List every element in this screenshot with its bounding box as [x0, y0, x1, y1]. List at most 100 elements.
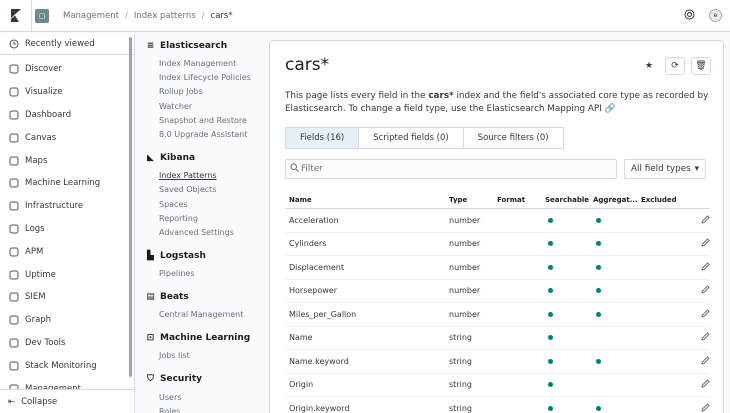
searchable-dot-icon: [548, 217, 553, 223]
field-searchable: [545, 310, 593, 319]
col-searchable[interactable]: Searchable: [545, 196, 593, 204]
mgmt-link-roles[interactable]: Roles: [145, 405, 265, 413]
edit-field-button[interactable]: [686, 379, 710, 390]
aggregatable-dot-icon: [596, 241, 601, 247]
mgmt-link-rollup-jobs[interactable]: Rollup Jobs: [145, 85, 265, 99]
breadcrumb-separator: /: [201, 10, 205, 21]
pencil-icon: [701, 332, 710, 341]
mapping-api-link[interactable]: Mapping API: [547, 104, 601, 114]
uptime-icon: [8, 269, 19, 280]
mgmt-link-snapshot-and-restore[interactable]: Snapshot and Restore: [145, 114, 265, 128]
mgmt-link-index-lifecycle-policies[interactable]: Index Lifecycle Policies: [145, 71, 265, 85]
ml-icon: ⊡: [146, 332, 155, 343]
nav-label: Graph: [25, 315, 52, 326]
mgmt-section-title: Security: [160, 374, 203, 385]
nav-item-apm[interactable]: APM: [0, 240, 134, 263]
nav-item-machine-learning[interactable]: Machine Learning: [0, 172, 134, 195]
edit-field-button[interactable]: [686, 215, 710, 226]
table-header: Name Type Format Searchable Aggregat... …: [285, 191, 710, 209]
nav-item-infrastructure[interactable]: Infrastructure: [0, 195, 134, 218]
field-searchable: [545, 263, 593, 272]
col-type[interactable]: Type: [449, 196, 497, 204]
kibana-logo-icon[interactable]: [0, 0, 32, 32]
field-type: number: [449, 286, 481, 296]
searchable-dot-icon: [548, 288, 553, 294]
field-aggregatable: [593, 239, 641, 248]
edit-field-button[interactable]: [686, 309, 710, 320]
tab-source-filters[interactable]: Source filters (0): [462, 127, 564, 149]
field-type: number: [449, 239, 481, 249]
mgmt-link-8-0-upgrade-assistant[interactable]: 8.0 Upgrade Assistant: [145, 128, 265, 142]
table-row: Name.keyword string: [285, 350, 710, 374]
help-icon[interactable]: [684, 9, 695, 22]
edit-field-button[interactable]: [686, 262, 710, 273]
breadcrumb-index-patterns[interactable]: Index patterns: [134, 11, 196, 21]
nav-item-maps[interactable]: Maps: [0, 149, 134, 172]
nav-item-siem[interactable]: SIEM: [0, 286, 134, 309]
mgmt-link-users[interactable]: Users: [145, 391, 265, 405]
field-type-select[interactable]: All field types ▾: [624, 159, 706, 179]
field-type: number: [449, 309, 481, 319]
mgmt-link-advanced-settings[interactable]: Advanced Settings: [145, 226, 265, 240]
nav-collapse-label: Collapse: [21, 396, 58, 407]
pencil-icon: [701, 403, 710, 412]
edit-field-button[interactable]: [686, 285, 710, 296]
nav-item-dashboard[interactable]: Dashboard: [0, 104, 134, 127]
beats-icon: ▤: [146, 291, 155, 302]
searchable-dot-icon: [548, 311, 553, 317]
field-name: Horsepower: [289, 286, 338, 296]
nav-label: Stack Monitoring: [25, 360, 97, 371]
mgmt-link-spaces[interactable]: Spaces: [145, 198, 265, 212]
field-type: string: [449, 356, 472, 366]
mgmt-link-jobs-list[interactable]: Jobs list: [145, 349, 265, 363]
trash-icon: 🗑: [695, 61, 707, 71]
nav-item-visualize[interactable]: Visualize: [0, 81, 134, 104]
col-aggregatable[interactable]: Aggregat...: [593, 196, 641, 204]
tab-fields[interactable]: Fields (16): [285, 127, 359, 149]
desc-text: This page lists every field in the: [285, 91, 429, 101]
user-avatar[interactable]: e: [709, 9, 722, 22]
mgmt-link-index-management[interactable]: Index Management: [145, 57, 265, 71]
mgmt-link-central-management[interactable]: Central Management: [145, 308, 265, 322]
nav-item-graph[interactable]: Graph: [0, 309, 134, 332]
nav-item-stack-monitoring[interactable]: Stack Monitoring: [0, 354, 134, 377]
nav-item-uptime[interactable]: Uptime: [0, 263, 134, 286]
col-format[interactable]: Format: [497, 196, 545, 204]
mgmt-link-pipelines[interactable]: Pipelines: [145, 267, 265, 281]
col-excluded[interactable]: Excluded: [641, 196, 686, 204]
field-type: string: [449, 403, 472, 413]
tab-scripted-fields[interactable]: Scripted fields (0): [358, 127, 463, 149]
top-header: ▢ Management / Index patterns / cars* e: [0, 0, 730, 32]
delete-pattern-button[interactable]: 🗑: [691, 57, 711, 75]
edit-field-button[interactable]: [686, 332, 710, 343]
mgmt-link-index-patterns[interactable]: Index Patterns: [145, 169, 265, 183]
field-type: number: [449, 262, 481, 272]
nav-label: Dashboard: [25, 109, 72, 120]
nav-collapse-button[interactable]: ⇤ Collapse: [0, 389, 134, 413]
nav-item-dev-tools[interactable]: Dev Tools: [0, 332, 134, 355]
infrastructure-icon: [8, 201, 19, 212]
nav-recently-viewed[interactable]: Recently viewed: [0, 33, 134, 55]
space-avatar[interactable]: ▢: [35, 8, 49, 23]
fields-table: Name Type Format Searchable Aggregat... …: [285, 191, 710, 413]
filter-input[interactable]: Filter: [285, 159, 617, 179]
management-sidebar: ≡ Elasticsearch Index Management Index Lif…: [135, 33, 265, 413]
breadcrumb-management[interactable]: Management: [63, 11, 119, 21]
mgmt-link-saved-objects[interactable]: Saved Objects: [145, 183, 265, 197]
edit-field-button[interactable]: [686, 403, 710, 413]
nav-label: Infrastructure: [25, 201, 84, 212]
nav-item-logs[interactable]: Logs: [0, 218, 134, 241]
edit-field-button[interactable]: [686, 238, 710, 249]
searchable-dot-icon: [548, 382, 553, 388]
mgmt-link-watcher[interactable]: Watcher: [145, 100, 265, 114]
edit-field-button[interactable]: [686, 356, 710, 367]
set-default-button[interactable]: ★: [639, 57, 659, 75]
nav-scrollbar[interactable]: [129, 37, 132, 377]
col-name[interactable]: Name: [285, 196, 449, 204]
mgmt-link-reporting[interactable]: Reporting: [145, 212, 265, 226]
field-aggregatable: [593, 404, 641, 413]
aggregatable-dot-icon: [596, 311, 601, 317]
nav-item-discover[interactable]: Discover: [0, 58, 134, 81]
nav-item-canvas[interactable]: Canvas: [0, 126, 134, 149]
refresh-fields-button[interactable]: ⟳: [665, 57, 685, 75]
